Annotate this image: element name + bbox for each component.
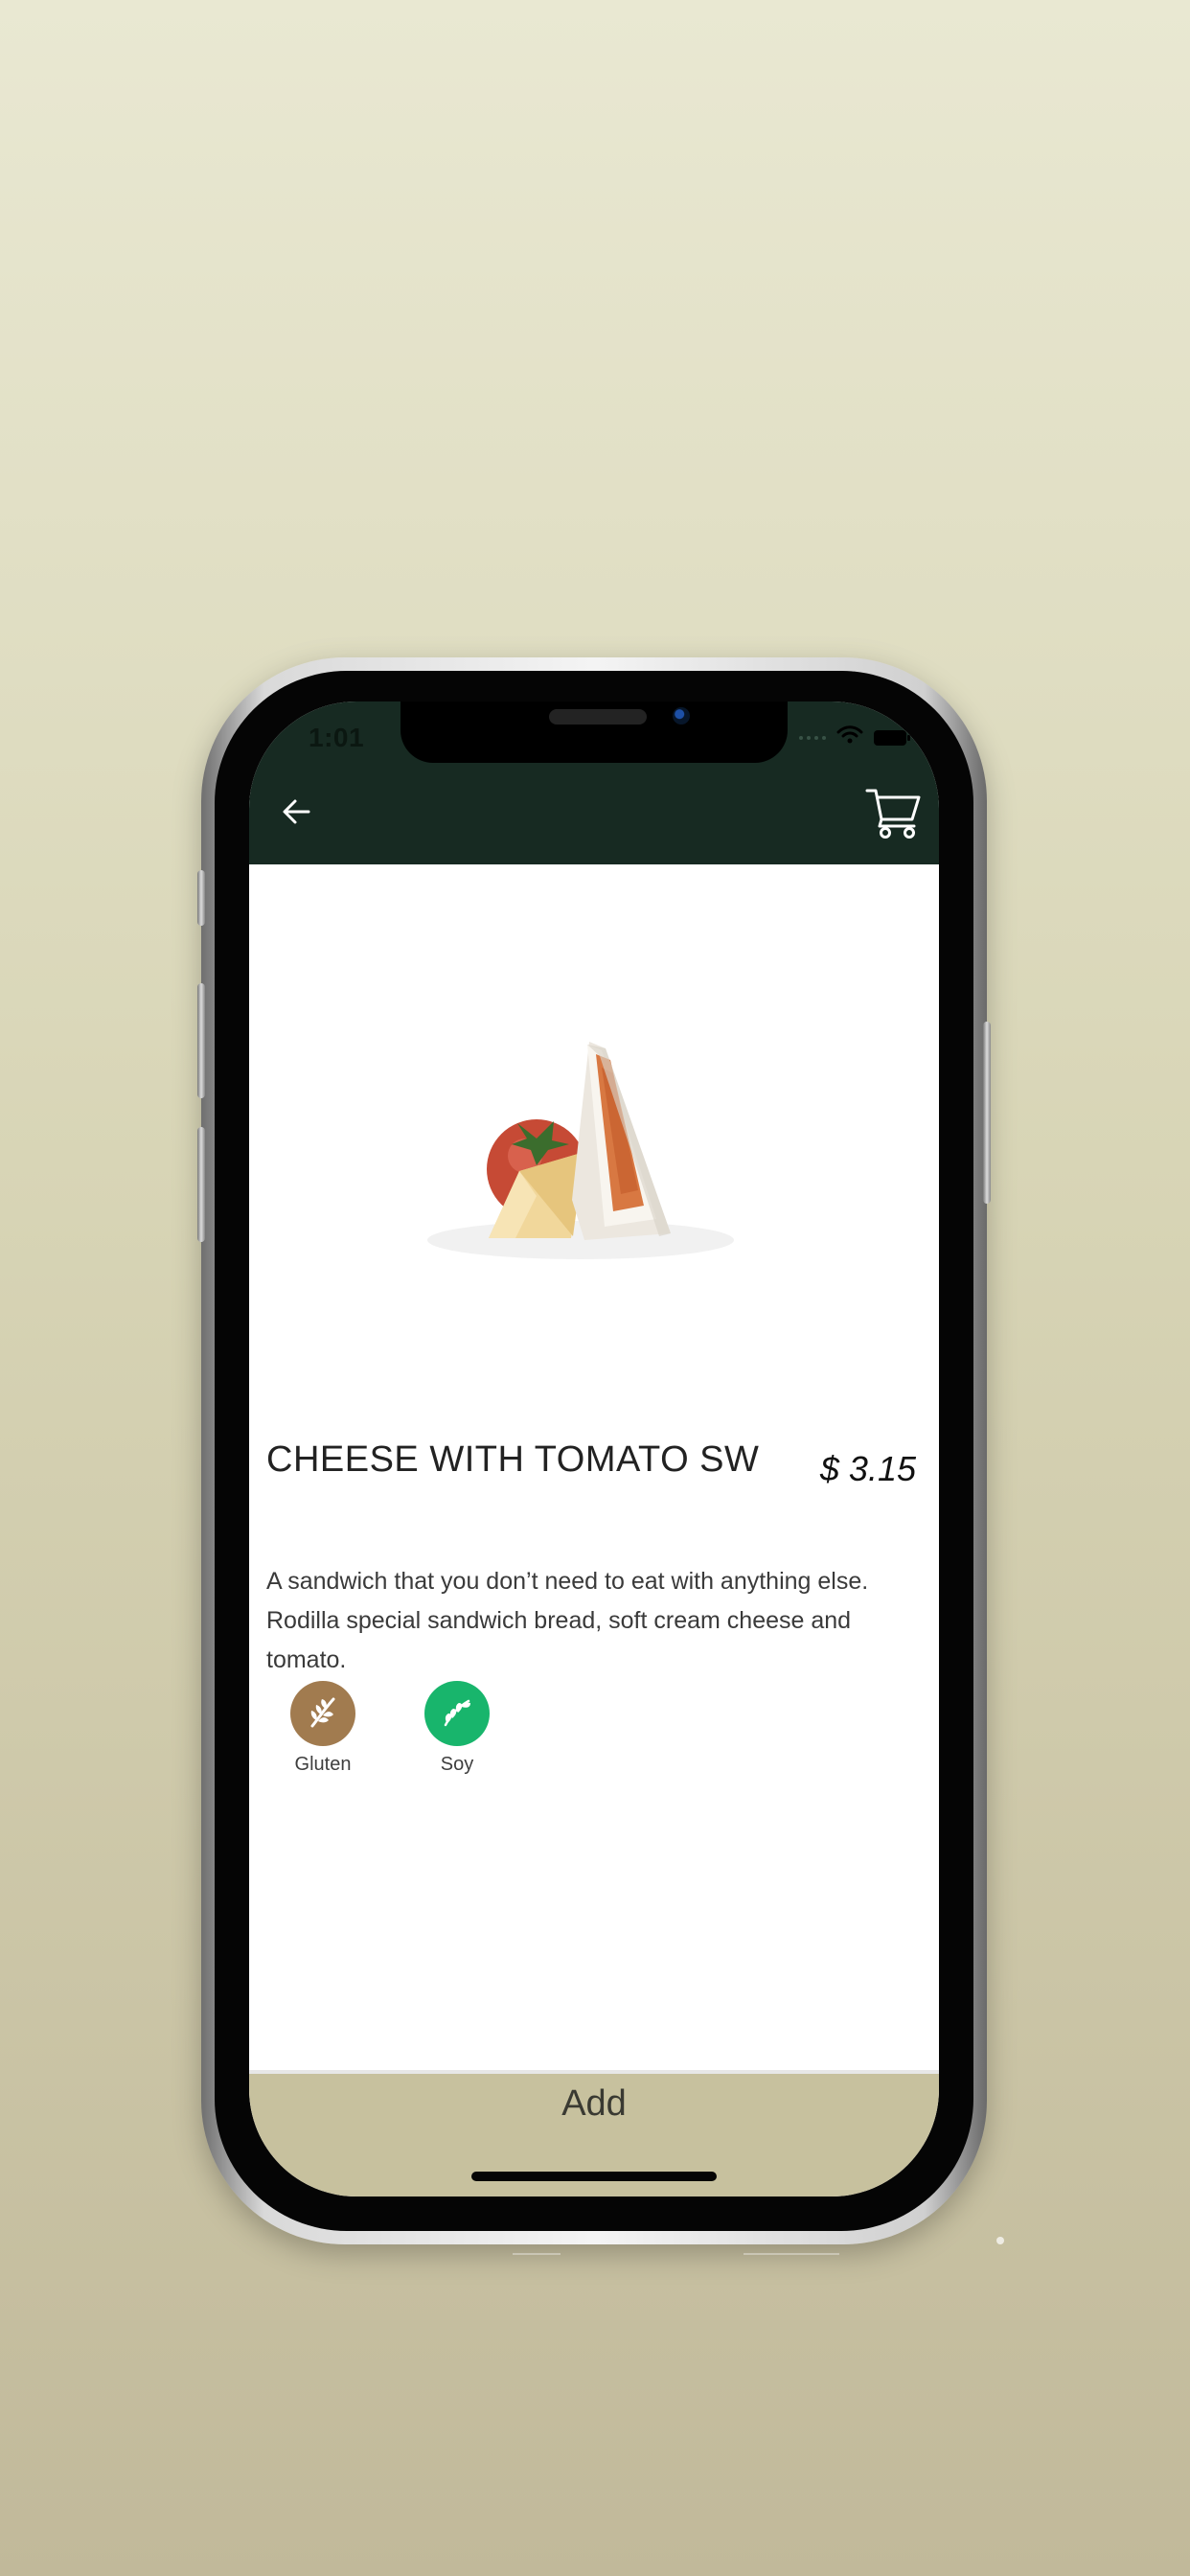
soy-icon xyxy=(444,1699,470,1727)
back-button[interactable] xyxy=(268,783,326,840)
front-camera xyxy=(673,707,690,724)
allergen-soy-label: Soy xyxy=(440,1754,474,1775)
product-title: CHEESE WITH TOMATO SW xyxy=(266,1439,760,1480)
allergen-gluten-label: Gluten xyxy=(294,1754,352,1775)
allergen-gluten: Gluten xyxy=(270,1681,376,1776)
frame-bottom-line-left xyxy=(513,2253,561,2255)
notch xyxy=(400,702,788,763)
product-description: A sandwich that you don’t need to eat wi… xyxy=(266,1568,869,1673)
app-screen: 1:01 CHEESE WITH TOMATO SW $ 3.15 A sand… xyxy=(249,702,939,2196)
add-button[interactable]: Add xyxy=(249,2083,939,2141)
allergen-soy-circle xyxy=(424,1681,490,1746)
product-image xyxy=(427,1042,734,1259)
signal-dots-icon xyxy=(799,735,826,740)
side-button-volume-down xyxy=(197,1127,205,1242)
product-price: $ 3.15 xyxy=(819,1449,916,1488)
speaker-grille xyxy=(549,709,647,724)
arrow-left-icon xyxy=(283,799,310,824)
frame-sparkle xyxy=(996,2237,1004,2244)
home-indicator xyxy=(471,2172,717,2181)
side-button-volume-up xyxy=(197,983,205,1098)
side-button-silent xyxy=(197,870,205,926)
bottom-action-bar: Add xyxy=(249,2070,939,2196)
side-button-power xyxy=(983,1022,991,1204)
status-time: 1:01 xyxy=(309,723,365,752)
allergen-gluten-circle xyxy=(290,1681,355,1746)
battery-icon xyxy=(874,729,910,746)
wifi-icon xyxy=(835,724,864,750)
frame-bottom-line-right xyxy=(744,2253,839,2255)
wheat-icon xyxy=(310,1697,335,1728)
cart-button[interactable] xyxy=(860,780,924,843)
status-icons xyxy=(799,724,910,750)
shopping-cart-icon xyxy=(865,789,921,839)
allergen-soy: Soy xyxy=(404,1681,510,1776)
header-bar: 1:01 xyxy=(249,702,939,864)
product-image-area xyxy=(249,864,939,1401)
